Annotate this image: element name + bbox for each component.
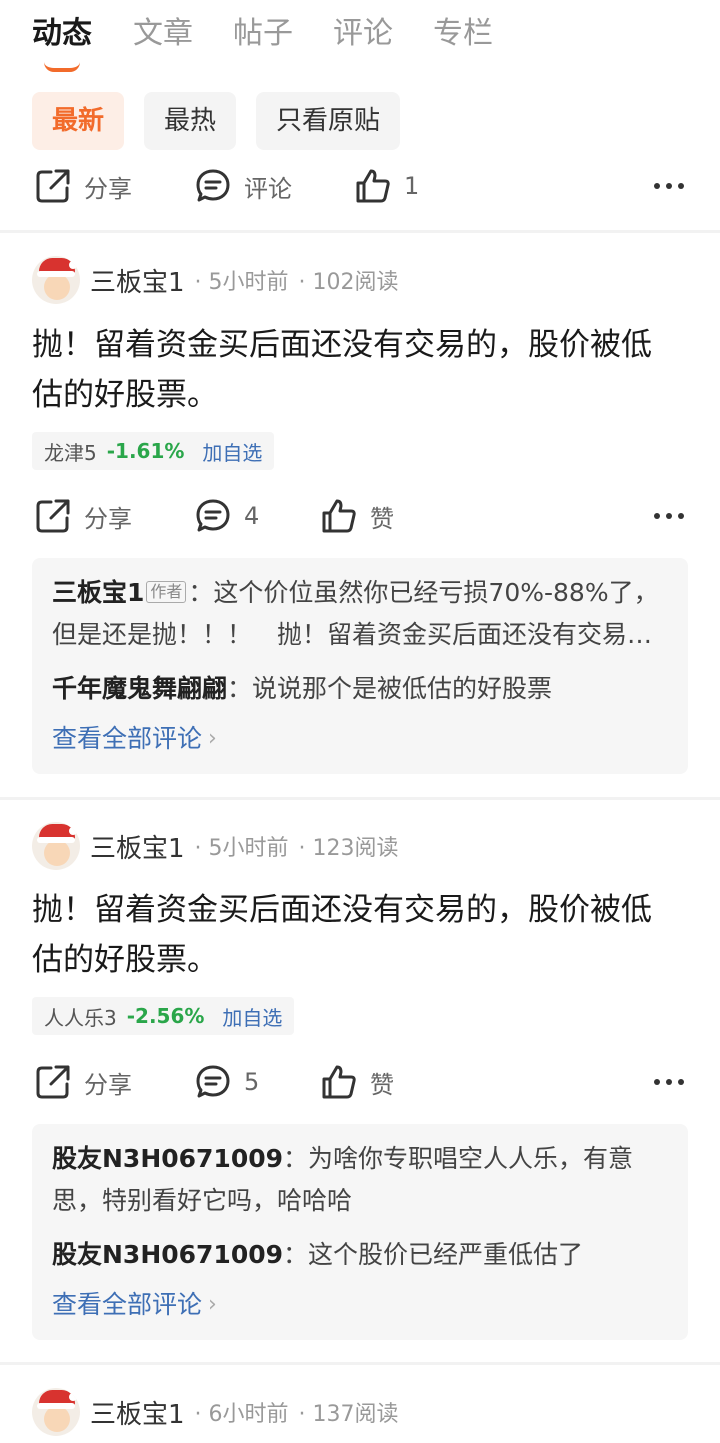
post-header: 三板宝1 · 6小时前 · 137阅读 — [32, 1388, 399, 1436]
add-to-watchlist-button[interactable]: 加自选 — [202, 437, 262, 466]
share-label: 分享 — [84, 174, 132, 203]
like-count: 1 — [404, 172, 420, 200]
post-time: · 6小时前 — [194, 1402, 289, 1427]
view-all-label: 查看全部评论 — [52, 1290, 203, 1319]
comments-preview: 三板宝1 作者 ：这个价位虽然你已经亏损70%-88%了，但是还是抛！！！ 抛！留着… — [32, 558, 688, 774]
post-action-row: 分享 5 赞 — [0, 1052, 720, 1112]
post-author[interactable]: 三板宝1 — [90, 828, 185, 865]
chevron-right-icon: › — [208, 726, 217, 751]
comment-count: 4 — [244, 502, 260, 530]
tab-comments[interactable]: 评论 — [333, 14, 393, 54]
share-button[interactable]: 分享 — [34, 1052, 132, 1112]
more-dot-icon — [654, 1079, 660, 1085]
thumbs-up-icon — [322, 499, 356, 533]
tab-posts[interactable]: 帖子 — [233, 14, 293, 54]
author-badge: 作者 — [146, 581, 187, 603]
post-action-row: 分享 4 赞 — [0, 486, 720, 546]
comments-preview: 股友N3H0671009：为啥你专职唱空人人乐，有意思，特别看好它吗，哈哈哈 股… — [32, 1124, 688, 1340]
comment-text: ：说说那个是被低估的好股票 — [227, 674, 553, 703]
more-dot-icon — [654, 513, 660, 519]
tab-columns[interactable]: 专栏 — [433, 14, 493, 54]
avatar[interactable] — [32, 256, 80, 304]
comment-item[interactable]: 股友N3H0671009：这个股价已经严重低估了 — [52, 1234, 668, 1276]
like-button[interactable]: 赞 — [320, 486, 394, 546]
post-reads: · 137阅读 — [298, 1402, 399, 1427]
chevron-right-icon: › — [208, 1292, 217, 1317]
stock-tag[interactable]: 人人乐3 -2.56% 加自选 — [32, 997, 295, 1035]
post-reads: · 102阅读 — [298, 270, 399, 295]
comment-label: 评论 — [244, 174, 292, 203]
like-label: 赞 — [370, 504, 394, 533]
comment-author[interactable]: 股友N3H0671009 — [52, 1240, 283, 1269]
post-time: · 5小时前 — [194, 270, 289, 295]
more-dot-icon — [666, 513, 672, 519]
like-label: 赞 — [370, 1070, 394, 1099]
thumbs-up-icon — [356, 169, 390, 203]
like-button[interactable]: 赞 — [320, 1052, 394, 1112]
comment-button[interactable]: 4 — [194, 486, 259, 546]
comment-author[interactable]: 股友N3H0671009 — [52, 1144, 283, 1173]
like-button[interactable]: 1 — [354, 156, 419, 216]
post-time: · 5小时前 — [194, 836, 289, 861]
divider — [0, 1362, 720, 1365]
filter-hot-button[interactable]: 最热 — [144, 92, 237, 150]
divider — [0, 230, 720, 233]
view-all-comments-link[interactable]: 查看全部评论 › — [52, 1285, 217, 1325]
stock-change: -1.61% — [106, 439, 185, 463]
more-dot-icon — [678, 183, 684, 189]
share-label: 分享 — [84, 1070, 132, 1099]
comment-item[interactable]: 股友N3H0671009：为啥你专职唱空人人乐，有意思，特别看好它吗，哈哈哈 — [52, 1138, 668, 1222]
stock-name: 龙津5 — [44, 440, 97, 465]
top-tabs: 动态 文章 帖子 评论 专栏 — [0, 0, 720, 80]
active-tab-indicator — [44, 62, 80, 72]
post-body[interactable]: 抛！留着资金买后面还没有交易的，股价被低估的好股票。 — [32, 320, 680, 420]
tab-articles[interactable]: 文章 — [133, 14, 193, 54]
comment-text: ：这个股价已经严重低估了 — [283, 1240, 584, 1269]
share-button[interactable]: 分享 — [34, 486, 132, 546]
comment-count: 5 — [244, 1068, 260, 1096]
share-icon — [36, 169, 70, 203]
comment-button[interactable]: 评论 — [194, 156, 292, 216]
avatar[interactable] — [32, 822, 80, 870]
share-button[interactable]: 分享 — [34, 156, 132, 216]
add-to-watchlist-button[interactable]: 加自选 — [222, 1002, 282, 1031]
more-dot-icon — [654, 183, 660, 189]
top-action-row: 分享 评论 1 — [0, 156, 720, 216]
divider — [0, 797, 720, 800]
post-reads: · 123阅读 — [298, 836, 399, 861]
post-body[interactable]: 抛！留着资金买后面还没有交易的，股价被低估的好股票。 — [32, 885, 680, 985]
post-author[interactable]: 三板宝1 — [90, 1394, 185, 1431]
stock-name: 人人乐3 — [44, 1005, 117, 1030]
thumbs-up-icon — [322, 1065, 356, 1099]
more-options-button[interactable] — [654, 156, 684, 216]
view-all-comments-link[interactable]: 查看全部评论 › — [52, 719, 217, 759]
comment-icon — [196, 169, 230, 202]
comment-icon — [196, 1065, 230, 1098]
comment-author[interactable]: 三板宝1 — [52, 578, 144, 607]
more-dot-icon — [678, 513, 684, 519]
avatar[interactable] — [32, 1388, 80, 1436]
share-icon — [36, 1065, 70, 1099]
comment-button[interactable]: 5 — [194, 1052, 259, 1112]
more-options-button[interactable] — [654, 486, 684, 546]
comment-item[interactable]: 千年魔鬼舞翩翩：说说那个是被低估的好股票 — [52, 668, 668, 710]
more-dot-icon — [666, 1079, 672, 1085]
post-header: 三板宝1 · 5小时前 · 102阅读 — [32, 256, 399, 304]
filter-latest-button[interactable]: 最新 — [32, 92, 125, 150]
share-label: 分享 — [84, 504, 132, 533]
post-author[interactable]: 三板宝1 — [90, 262, 185, 299]
more-dot-icon — [666, 183, 672, 189]
view-all-label: 查看全部评论 — [52, 724, 203, 753]
comment-icon — [196, 499, 230, 532]
comment-author[interactable]: 千年魔鬼舞翩翩 — [52, 674, 227, 703]
stock-change: -2.56% — [126, 1004, 205, 1028]
tab-dynamic[interactable]: 动态 — [32, 14, 92, 54]
more-options-button[interactable] — [654, 1052, 684, 1112]
comment-item[interactable]: 三板宝1 作者 ：这个价位虽然你已经亏损70%-88%了，但是还是抛！！！ 抛！留着… — [52, 572, 668, 656]
filter-original-only-button[interactable]: 只看原贴 — [256, 92, 401, 150]
post-header: 三板宝1 · 5小时前 · 123阅读 — [32, 822, 399, 870]
share-icon — [36, 499, 70, 533]
more-dot-icon — [678, 1079, 684, 1085]
stock-tag[interactable]: 龙津5 -1.61% 加自选 — [32, 432, 275, 470]
